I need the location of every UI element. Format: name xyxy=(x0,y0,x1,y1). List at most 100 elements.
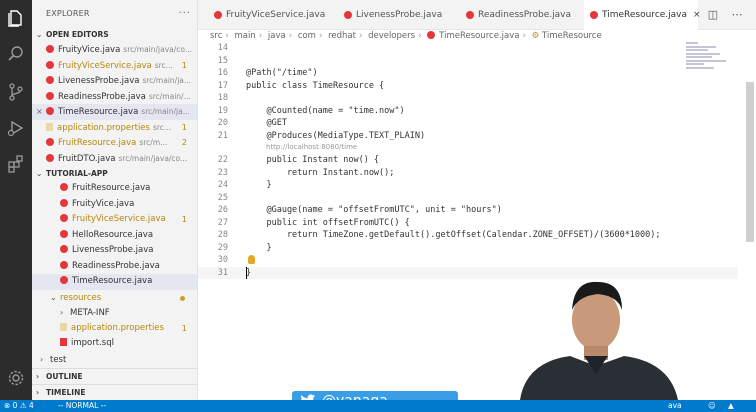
breadcrumb-item[interactable]: TimeResource xyxy=(542,31,602,41)
breadcrumb-item[interactable]: TimeResource.java xyxy=(439,31,519,41)
problem-count-badge: 2 xyxy=(181,138,187,147)
more-actions-icon[interactable]: ··· xyxy=(178,8,191,19)
line-number: 14 xyxy=(217,43,228,53)
code-line: 26 @Gauge(name = "offsetFromUTC", unit =… xyxy=(198,204,738,216)
tab-timeresource[interactable]: TimeResource.java × xyxy=(584,0,701,30)
open-editor-item[interactable]: application.properties src... 1 xyxy=(32,120,197,136)
java-file-icon xyxy=(590,11,598,19)
more-actions-icon[interactable]: ⋯ xyxy=(730,8,744,22)
explorer-sidebar: EXPLORER ··· ⌄ OPEN EDITORS FruityVice.ja… xyxy=(32,0,198,400)
settings-gear-icon[interactable] xyxy=(6,368,26,388)
open-editor-item[interactable]: FruityVice.java src/main/java/co... xyxy=(32,42,197,58)
problem-count-badge: 1 xyxy=(181,323,187,333)
code-line: 24 } xyxy=(198,179,738,191)
code-line: 28 return TimeZone.getDefault().getOffse… xyxy=(198,229,738,241)
breadcrumb-item[interactable]: src xyxy=(210,31,222,41)
lightbulb-icon[interactable] xyxy=(248,255,255,264)
code-line: 23 return Instant.now(); xyxy=(198,167,738,179)
problem-count-badge: 1 xyxy=(181,215,187,224)
open-editors-list: FruityVice.java src/main/java/co... Fruity… xyxy=(32,42,197,166)
codelens-url-hint[interactable]: http://localhost:8080/time xyxy=(266,143,357,151)
line-number: 17 xyxy=(217,80,228,91)
breadcrumb-item[interactable]: developers xyxy=(368,31,415,41)
open-editor-item[interactable]: FruityViceService.java src... 1 xyxy=(32,58,197,74)
line-number: 21 xyxy=(217,130,228,141)
open-editor-name: FruityVice.java xyxy=(58,45,121,55)
tree-item[interactable]: TimeResource.java xyxy=(32,274,197,290)
tree-item[interactable]: ⌄ resources xyxy=(32,290,197,306)
line-number: 30 xyxy=(217,255,228,265)
open-editor-item[interactable]: FruitResource.java src/m... 2 xyxy=(32,135,197,151)
tree-item-label: FruityViceService.java xyxy=(72,214,166,224)
tree-item[interactable]: FruitResource.java xyxy=(32,181,197,197)
split-editor-icon[interactable]: ◫ xyxy=(706,8,720,22)
explorer-icon[interactable] xyxy=(6,8,26,28)
tab-fruityviceservice[interactable]: FruityViceService.java xyxy=(208,0,336,30)
outline-header[interactable]: › OUTLINE xyxy=(32,368,197,384)
java-file-icon xyxy=(46,138,54,146)
feedback-icon[interactable]: ☺ xyxy=(708,400,716,412)
problem-count-badge: 1 xyxy=(181,60,187,70)
open-editor-item[interactable]: FruitDTO.java src/main/java/co... xyxy=(32,151,197,167)
chevron-right-icon: › xyxy=(288,31,293,41)
code-line: 22 public Instant now() { xyxy=(198,154,738,166)
open-editor-path: src/main/java/co... xyxy=(123,45,192,54)
properties-file-icon xyxy=(60,322,67,331)
java-file-icon xyxy=(214,11,222,19)
timeline-header[interactable]: › TIMELINE xyxy=(32,384,197,400)
chevron-down-icon: ⌄ xyxy=(36,169,43,178)
notifications-bell-icon[interactable]: ▲ xyxy=(728,400,734,412)
open-editor-item[interactable]: LivenessProbe.java src/main/ja... xyxy=(32,73,197,89)
chevron-down-icon: ⌄ xyxy=(50,292,57,302)
tree-item[interactable]: FruityViceService.java 1 xyxy=(32,212,197,228)
presenter-video xyxy=(500,270,746,400)
breadcrumb-item[interactable]: com xyxy=(298,31,316,41)
code-line: 16 @Path("/time") xyxy=(198,67,738,79)
tree-item[interactable]: FruityVice.java xyxy=(32,197,197,213)
breadcrumb-item[interactable]: main xyxy=(235,31,256,41)
line-text: return TimeZone.getDefault().getOffset(C… xyxy=(246,230,661,240)
close-tab-icon[interactable]: × xyxy=(693,10,701,20)
breadcrumb: src › main › java › com › redhat › developers… xyxy=(198,30,756,42)
java-file-icon xyxy=(60,245,68,253)
tab-livenessprobe[interactable]: LivenessProbe.java xyxy=(338,0,458,30)
tree-item[interactable]: LivenessProbe.java xyxy=(32,243,197,259)
open-editor-item[interactable]: × TimeResource.java src/main/ja... xyxy=(32,104,197,120)
line-text: @Path("/time") xyxy=(246,68,318,78)
problems-indicator[interactable]: ⊗ 0 ⚠ 4 xyxy=(4,400,34,412)
tree-item-label: import.sql xyxy=(71,338,114,348)
source-control-icon[interactable] xyxy=(6,82,26,102)
code-line: 15 xyxy=(198,55,738,67)
modified-dot-icon xyxy=(180,295,185,301)
tree-item[interactable]: › META-INF xyxy=(32,305,197,321)
tree-item[interactable]: › test xyxy=(32,352,197,368)
activity-bar xyxy=(0,0,32,400)
tree-item[interactable]: ReadinessProbe.java xyxy=(32,259,197,275)
line-text: } xyxy=(246,180,272,190)
tree-item[interactable]: HelloResource.java xyxy=(32,228,197,244)
run-debug-icon[interactable] xyxy=(6,118,26,138)
search-icon[interactable] xyxy=(6,44,26,64)
tab-readinessprobe[interactable]: ReadinessProbe.java xyxy=(460,0,582,30)
code-line: 20 @GET xyxy=(198,117,738,129)
minimap[interactable] xyxy=(686,42,734,82)
breadcrumb-item[interactable]: java xyxy=(268,31,286,41)
code-line: 18 xyxy=(198,92,738,104)
tree-item[interactable]: import.sql xyxy=(32,336,197,352)
vertical-scrollbar[interactable] xyxy=(746,82,754,242)
sidebar-title: EXPLORER xyxy=(46,9,90,18)
java-file-icon xyxy=(60,229,68,238)
open-editor-item[interactable]: ReadinessProbe.java src/main/... xyxy=(32,89,197,105)
text-cursor xyxy=(246,266,247,279)
status-bar: ⊗ 0 ⚠ 4 -- NORMAL -- ava ☺ ▲ xyxy=(0,400,756,412)
tree-item[interactable]: application.properties 1 xyxy=(32,321,197,337)
code-line: 17 public class TimeResource { xyxy=(198,80,738,92)
extensions-icon[interactable] xyxy=(6,154,26,174)
line-number: 31 xyxy=(217,267,228,278)
language-mode[interactable]: ava xyxy=(668,400,682,412)
tutorial-app-header[interactable]: ⌄ TUTORIAL-APP xyxy=(32,167,197,181)
breadcrumb-item[interactable]: redhat xyxy=(328,31,356,41)
open-editors-header[interactable]: ⌄ OPEN EDITORS xyxy=(32,28,197,42)
close-editor-icon[interactable]: × xyxy=(36,104,46,120)
line-number: 20 xyxy=(217,118,228,128)
